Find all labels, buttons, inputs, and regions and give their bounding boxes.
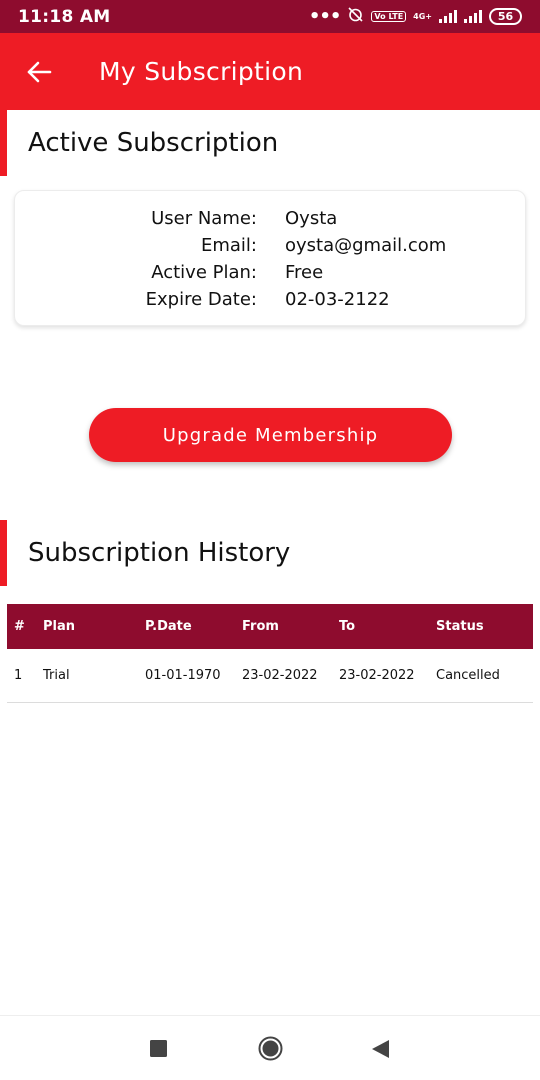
info-value: 02-03-2122 <box>285 289 390 310</box>
arrow-left-icon <box>27 61 52 82</box>
page-title: My Subscription <box>99 57 304 86</box>
cell-pdate: 01-01-1970 <box>145 667 221 683</box>
subscription-history-header: Subscription History <box>0 520 540 586</box>
column-header-from: From <box>242 619 279 634</box>
cell-to: 23-02-2022 <box>339 667 415 683</box>
info-label: User Name: <box>151 208 257 229</box>
status-bar: 11:18 AM ••• Vo LTE 4G+ 56 <box>0 0 540 33</box>
info-row-user-name: User Name: Oysta <box>15 205 525 232</box>
info-label: Expire Date: <box>145 289 257 310</box>
cell-plan: Trial <box>43 667 70 683</box>
signal-2-icon <box>464 10 482 23</box>
info-label: Active Plan: <box>151 262 257 283</box>
active-subscription-header: Active Subscription <box>0 110 540 176</box>
section-accent <box>0 110 7 176</box>
more-notifications-icon: ••• <box>308 5 342 27</box>
subscription-card: User Name: Oysta Email: oysta@gmail.com … <box>14 190 526 326</box>
section-title: Subscription History <box>28 538 291 568</box>
info-row-expire-date: Expire Date: 02-03-2122 <box>15 286 525 313</box>
table-header: # Plan P.Date From To Status <box>7 604 533 649</box>
battery-icon: 56 <box>489 8 522 25</box>
table-body: 1 Trial 01-01-1970 23-02-2022 23-02-2022… <box>7 649 533 702</box>
cell-from: 23-02-2022 <box>242 667 318 683</box>
cell-number: 1 <box>14 667 23 683</box>
column-header-status: Status <box>436 619 484 634</box>
triangle-back-icon <box>371 1039 389 1058</box>
cell-status: Cancelled <box>436 667 500 683</box>
info-value: oysta@gmail.com <box>285 235 447 256</box>
square-icon <box>149 1040 167 1057</box>
status-time: 11:18 AM <box>18 6 111 27</box>
network-type: 4G+ <box>413 11 432 21</box>
alarm-off-icon <box>347 6 364 27</box>
app-bar: My Subscription <box>0 33 540 110</box>
info-value: Oysta <box>285 208 338 229</box>
info-row-email: Email: oysta@gmail.com <box>15 232 525 259</box>
volte-icon: Vo LTE <box>371 11 407 22</box>
subscription-history-table: # Plan P.Date From To Status 1 Trial 01-… <box>7 604 533 703</box>
column-header-number: # <box>14 619 25 634</box>
upgrade-membership-button[interactable]: Upgrade Membership <box>89 408 452 462</box>
home-button[interactable] <box>240 1016 300 1080</box>
info-row-active-plan: Active Plan: Free <box>15 259 525 286</box>
section-title: Active Subscription <box>28 128 279 158</box>
signal-1-icon <box>439 10 457 23</box>
table-row[interactable]: 1 Trial 01-01-1970 23-02-2022 23-02-2022… <box>7 649 533 702</box>
status-icons: ••• Vo LTE 4G+ 56 <box>309 6 522 27</box>
column-header-pdate: P.Date <box>145 619 192 634</box>
section-accent <box>0 520 7 586</box>
circle-icon <box>258 1036 282 1061</box>
recents-button[interactable] <box>128 1016 188 1080</box>
info-label: Email: <box>200 235 257 256</box>
column-header-plan: Plan <box>43 619 76 634</box>
info-value: Free <box>285 262 324 283</box>
table-header-row: # Plan P.Date From To Status <box>7 604 533 649</box>
column-header-to: To <box>339 619 356 634</box>
back-button[interactable] <box>0 33 78 110</box>
system-nav-bar <box>0 1015 540 1080</box>
back-nav-button[interactable] <box>350 1016 410 1080</box>
